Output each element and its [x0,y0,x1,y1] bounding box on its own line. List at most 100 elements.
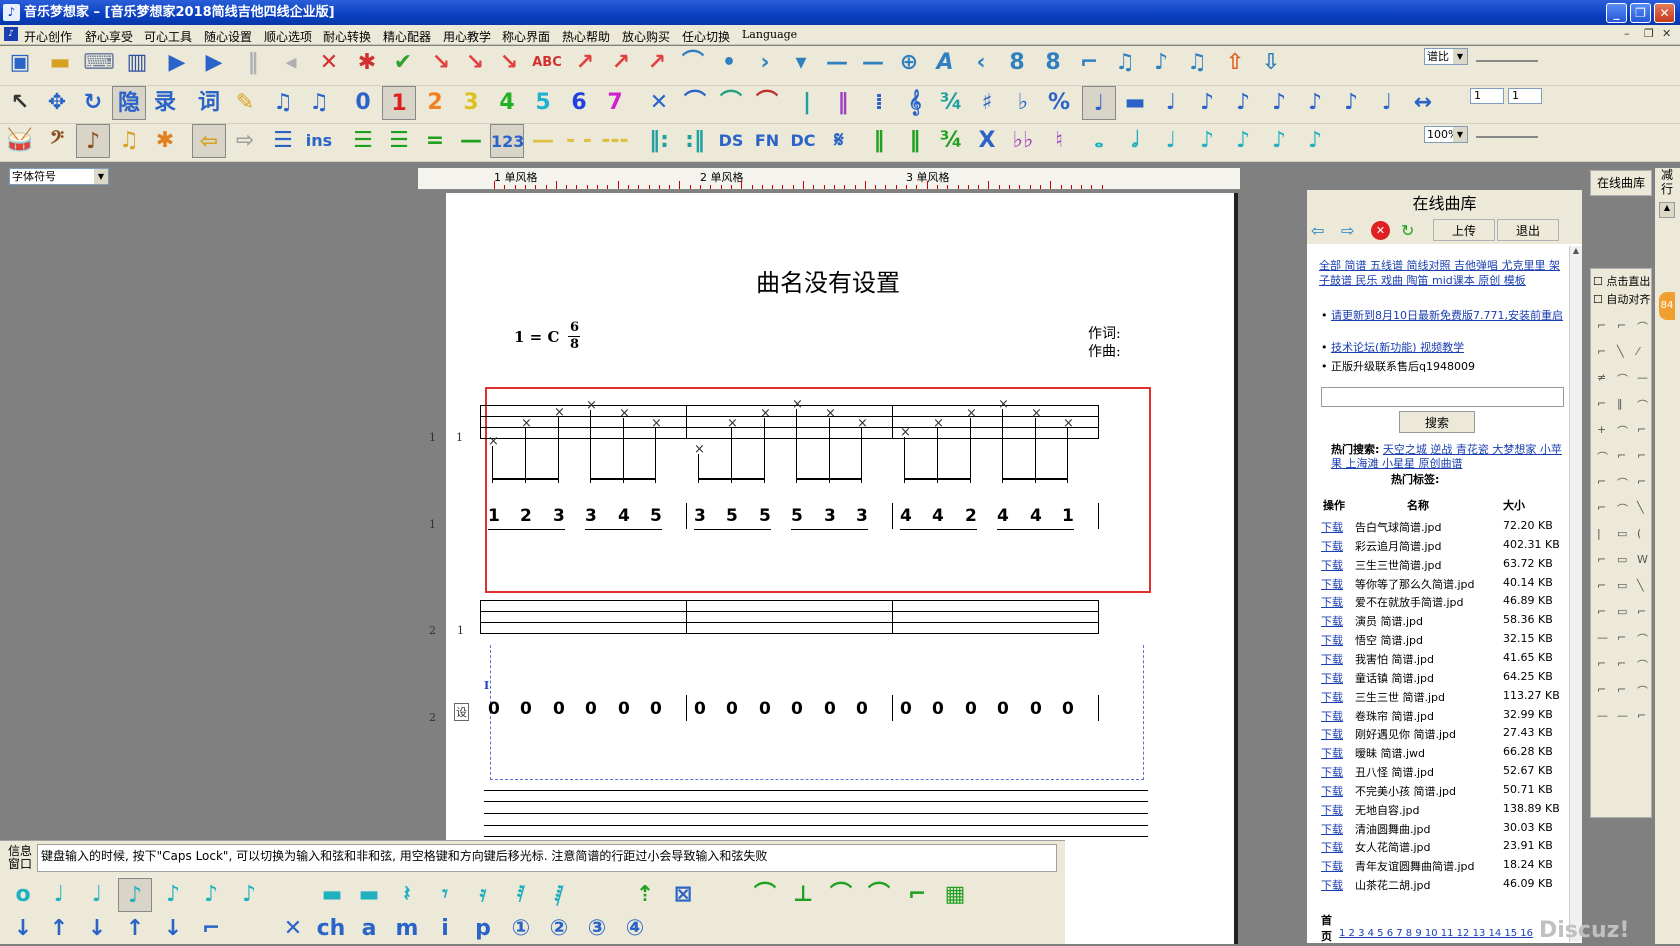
numbered-note[interactable]: 2 [965,506,977,526]
checkbox-auto-align[interactable]: ☐ 自动对齐 [1593,291,1650,307]
numbered-note-rest[interactable]: 0 [553,699,565,719]
circle-4-icon[interactable]: ④ [618,912,652,946]
sharp-icon[interactable]: ♯ [970,86,1004,120]
time-signature-icon[interactable]: ¾ [934,86,968,120]
symbol-tool-icon[interactable]: — [1617,709,1628,722]
rotate-icon[interactable]: ↻ [76,86,110,120]
symbol-tool-icon[interactable]: ╲ [1617,345,1624,358]
symbol-tool-icon[interactable]: ╲ [1637,579,1644,592]
composer-label[interactable]: 作曲: [1088,341,1121,361]
rest-icon[interactable]: 𝄽 [390,878,424,912]
selection-box[interactable] [485,387,1151,593]
numbered-note[interactable]: 4 [618,506,630,526]
numbered-note[interactable]: 4 [1030,506,1042,526]
score-page[interactable]: 曲名没有设置 1 = C 6 8 作词: 作曲: 1 1 1 2 1 2 设 I… [429,193,1238,944]
numbered-note[interactable]: 3 [856,506,868,526]
download-link[interactable]: 下载 [1321,858,1343,874]
download-link[interactable]: 下载 [1321,519,1343,535]
whole-note-icon[interactable]: 𝅝 [1082,124,1116,158]
numbered-note[interactable]: 4 [932,506,944,526]
download-icon[interactable]: ⇩ [1254,46,1288,80]
numbered-note-rest[interactable]: 0 [520,699,532,719]
note-icon[interactable]: ♪ [1298,124,1332,158]
segno-icon[interactable]: 𝄋 [822,124,856,158]
lines-icon[interactable]: ☰ [346,124,380,158]
down-arrow-icon[interactable]: ▾ [784,46,818,80]
cut-icon[interactable]: ✱ [350,46,384,80]
sixteenth-note-icon[interactable]: ♪ [156,878,190,912]
numbered-notation-button[interactable]: 123 [490,124,524,158]
upload-icon[interactable]: ⇧ [1218,46,1252,80]
mark-icon[interactable]: ⌒ [824,878,858,912]
eighth-note-icon[interactable]: ♪ [118,878,152,912]
spin-input-1[interactable]: 1 [1470,88,1504,104]
drum-icon[interactable]: 🥁 [3,124,37,158]
arrow-icon[interactable]: ↘ [458,46,492,80]
record-button[interactable]: 录 [148,86,182,120]
mdi-close-icon[interactable]: ✕ [1662,27,1671,40]
digit-2-icon[interactable]: 2 [418,86,452,120]
x-icon[interactable]: X [970,124,1004,158]
download-link[interactable]: 下载 [1321,839,1343,855]
fingering-icon[interactable]: ⇡ [628,878,662,912]
text-icon[interactable]: A [928,46,962,80]
spin-input-2[interactable]: 1 [1508,88,1542,104]
search-input[interactable] [1321,387,1564,407]
rest-icon[interactable]: 𝅁 [542,878,576,912]
quarter-note-icon[interactable]: ♩ [1154,124,1188,158]
crosshair-icon[interactable]: ⊕ [892,46,926,80]
symbol-tool-icon[interactable]: ⌒ [1597,449,1608,465]
search-button[interactable]: 搜索 [1399,411,1475,433]
x-icon[interactable]: ✕ [642,86,676,120]
whole-note-icon[interactable]: o [6,878,40,912]
rest-icon[interactable]: ▬ [352,878,386,912]
dash-icon[interactable]: --- [598,124,632,158]
symbol-tool-icon[interactable]: ⌒ [1637,657,1648,673]
numbered-note[interactable]: 3 [824,506,836,526]
digit-0-icon[interactable]: 0 [346,86,380,120]
numbered-note[interactable]: 4 [997,506,1009,526]
slur-icon[interactable]: ⌒ [714,86,748,120]
numbered-note[interactable]: 5 [759,506,771,526]
symbol-tool-icon[interactable]: ⌐ [1597,319,1606,332]
repeat-end-icon[interactable]: :‖ [678,124,712,158]
x-icon[interactable]: ✕ [276,912,310,946]
note-icon[interactable]: ♪ [1144,46,1178,80]
symbol-tool-icon[interactable]: ⌒ [1637,397,1648,413]
arrow-icon[interactable]: ↗ [568,46,602,80]
symbol-tool-icon[interactable]: ⌐ [1617,319,1626,332]
remove-track-icon[interactable]: 8 [1036,46,1070,80]
menu-item[interactable]: 可心工具 [144,28,192,45]
rest-icon[interactable]: ▬ [315,878,349,912]
barline-icon[interactable]: ‖ [898,124,932,158]
symbol-tool-icon[interactable]: ⌒ [1637,683,1648,699]
check-icon[interactable]: ✔ [386,46,420,80]
symbol-tool-icon[interactable]: ⌐ [1597,501,1606,514]
symbol-tool-icon[interactable]: — [1597,709,1608,722]
download-link[interactable]: 下载 [1321,783,1343,799]
rest-icon[interactable]: 𝄾 [428,878,462,912]
numbered-note-rest[interactable]: 0 [1062,699,1074,719]
digit-7-icon[interactable]: 7 [598,86,632,120]
download-link[interactable]: 下载 [1321,594,1343,610]
left-arrow-icon[interactable]: ‹ [964,46,998,80]
pause-icon[interactable]: ‖ [236,46,270,80]
symbol-tool-icon[interactable]: ⌐ [1637,605,1646,618]
lines-icon[interactable]: ☰ [382,124,416,158]
mdi-restore-icon[interactable]: ❐ [1644,27,1654,40]
menu-item[interactable]: 放心购买 [622,28,670,45]
note-icon[interactable]: ♩ [1370,86,1404,120]
play-from-cursor-icon[interactable]: ▶ [197,46,231,80]
grid-icon[interactable]: ▦ [938,878,972,912]
note-icon[interactable]: ♪ [1334,86,1368,120]
numbered-note[interactable]: 1 [488,506,500,526]
note-icon[interactable]: ♪ [232,878,266,912]
circle-1-icon[interactable]: ① [504,912,538,946]
symbol-tool-icon[interactable]: ⌐ [1617,631,1626,644]
up-stroke-icon[interactable]: ↑ [42,912,76,946]
font-symbol-select[interactable]: 字体符号 ▼ [9,168,109,185]
download-link[interactable]: 下载 [1321,802,1343,818]
download-link[interactable]: 下载 [1321,557,1343,573]
score-title[interactable]: 曲名没有设置 [756,263,956,298]
symbol-tool-icon[interactable]: ⌐ [1617,657,1626,670]
